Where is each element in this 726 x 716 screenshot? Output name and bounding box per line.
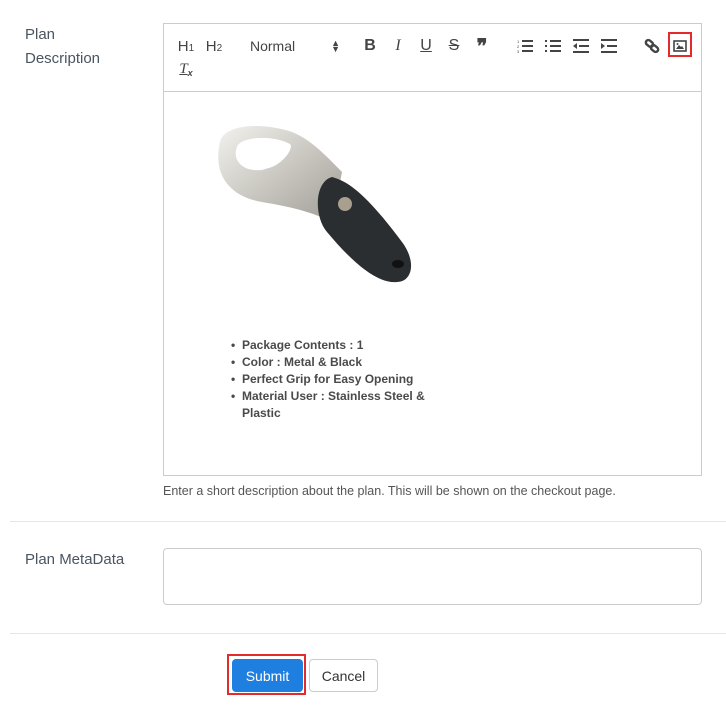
bullet-list-icon <box>545 40 561 52</box>
bullet-list-button[interactable] <box>542 35 564 57</box>
submit-button[interactable]: Submit <box>232 659 303 692</box>
outdent-icon <box>573 39 589 53</box>
cancel-button[interactable]: Cancel <box>309 659 378 692</box>
plan-metadata-label: Plan MetaData <box>25 551 125 568</box>
italic-button[interactable]: I <box>387 35 409 57</box>
divider <box>10 633 726 634</box>
h1-button[interactable]: H1 <box>175 35 197 57</box>
format-select[interactable]: Normal ▲ ▼ <box>250 35 340 57</box>
product-image <box>218 126 412 283</box>
indent-icon <box>601 39 617 53</box>
blockquote-button[interactable]: ❞ <box>471 35 493 58</box>
bullet-item: Color : Metal & Black <box>231 354 427 371</box>
svg-text:3: 3 <box>517 49 520 53</box>
bullet-item: Material User : Stainless Steel & Plasti… <box>231 388 427 422</box>
plan-metadata-input[interactable] <box>163 548 702 605</box>
bullet-item: Perfect Grip for Easy Opening <box>231 371 427 388</box>
description-help-text: Enter a short description about the plan… <box>163 484 616 498</box>
rich-text-editor: H1 H2 Normal ▲ ▼ B I U S ❞ 123 Tx • Pack… <box>163 23 702 476</box>
ordered-list-button[interactable]: 123 <box>514 35 536 57</box>
link-button[interactable] <box>641 35 663 57</box>
bold-button[interactable]: B <box>359 35 381 57</box>
product-bullets: Package Contents : 1 Color : Metal & Bla… <box>222 337 427 422</box>
underline-button[interactable]: U <box>415 35 437 57</box>
ordered-list-icon: 123 <box>517 39 533 53</box>
h2-button[interactable]: H2 <box>203 35 225 57</box>
outdent-button[interactable] <box>570 35 592 57</box>
clear-format-button[interactable]: Tx <box>175 58 197 80</box>
image-button-highlight <box>668 32 692 57</box>
divider <box>10 521 726 522</box>
bullet-item: Package Contents : 1 <box>231 337 427 354</box>
editor-toolbar: H1 H2 Normal ▲ ▼ B I U S ❞ 123 Tx <box>164 24 701 92</box>
indent-button[interactable] <box>598 35 620 57</box>
clear-format-icon: T <box>179 60 188 77</box>
plan-description-label: Plan Description <box>25 26 101 67</box>
updown-icon: ▲ ▼ <box>331 38 340 54</box>
strike-button[interactable]: S <box>443 35 465 57</box>
link-icon <box>644 38 660 54</box>
editor-content[interactable]: Package Contents : 1 Color : Metal & Bla… <box>164 92 701 475</box>
